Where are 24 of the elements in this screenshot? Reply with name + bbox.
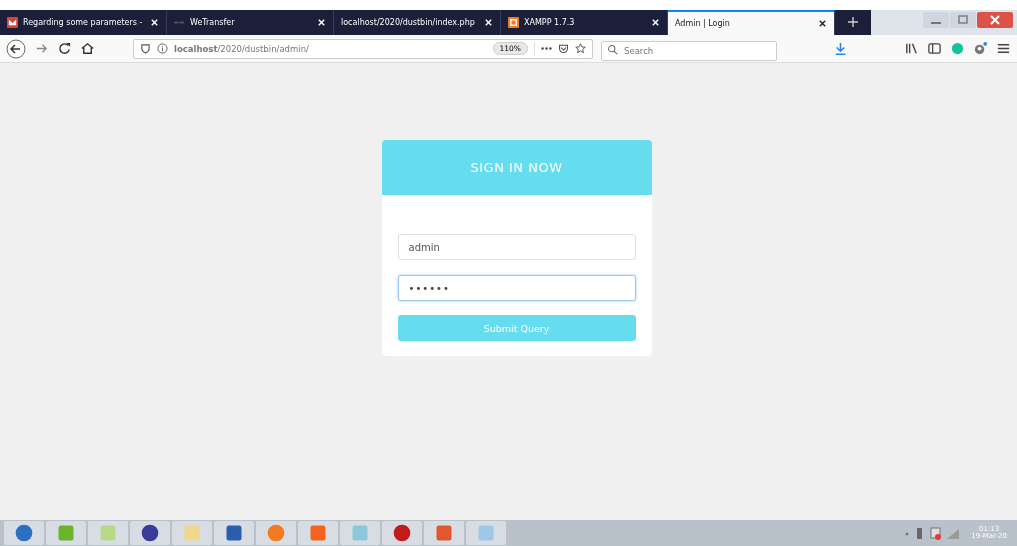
download-icon[interactable] — [833, 41, 848, 56]
url-text: localhost/2020/dustbin/admin/ — [174, 43, 309, 54]
info-icon — [157, 43, 168, 54]
password-field[interactable]: •••••• — [397, 275, 636, 301]
minimize-button[interactable] — [923, 12, 949, 28]
search-field[interactable]: Search — [601, 40, 777, 61]
account-icon[interactable] — [973, 41, 988, 56]
star-icon[interactable] — [575, 43, 586, 54]
reload-icon[interactable] — [57, 41, 72, 56]
envelope-icon — [7, 17, 18, 28]
browser-tab[interactable]: Admin | Login — [668, 10, 835, 35]
back-icon[interactable] — [6, 38, 26, 59]
close-icon[interactable] — [818, 19, 827, 28]
plus-icon[interactable] — [847, 16, 859, 28]
library-icon[interactable] — [904, 41, 919, 56]
card-title: SIGN IN NOW — [470, 160, 563, 175]
username-field[interactable]: admin — [397, 234, 636, 260]
search-icon — [607, 43, 618, 55]
close-button[interactable] — [977, 12, 1013, 28]
pocket-icon[interactable] — [558, 43, 569, 54]
shield-icon — [140, 43, 151, 54]
sidebar-icon[interactable] — [927, 41, 942, 56]
menu-icon[interactable] — [996, 41, 1011, 56]
home-icon[interactable] — [80, 41, 95, 56]
